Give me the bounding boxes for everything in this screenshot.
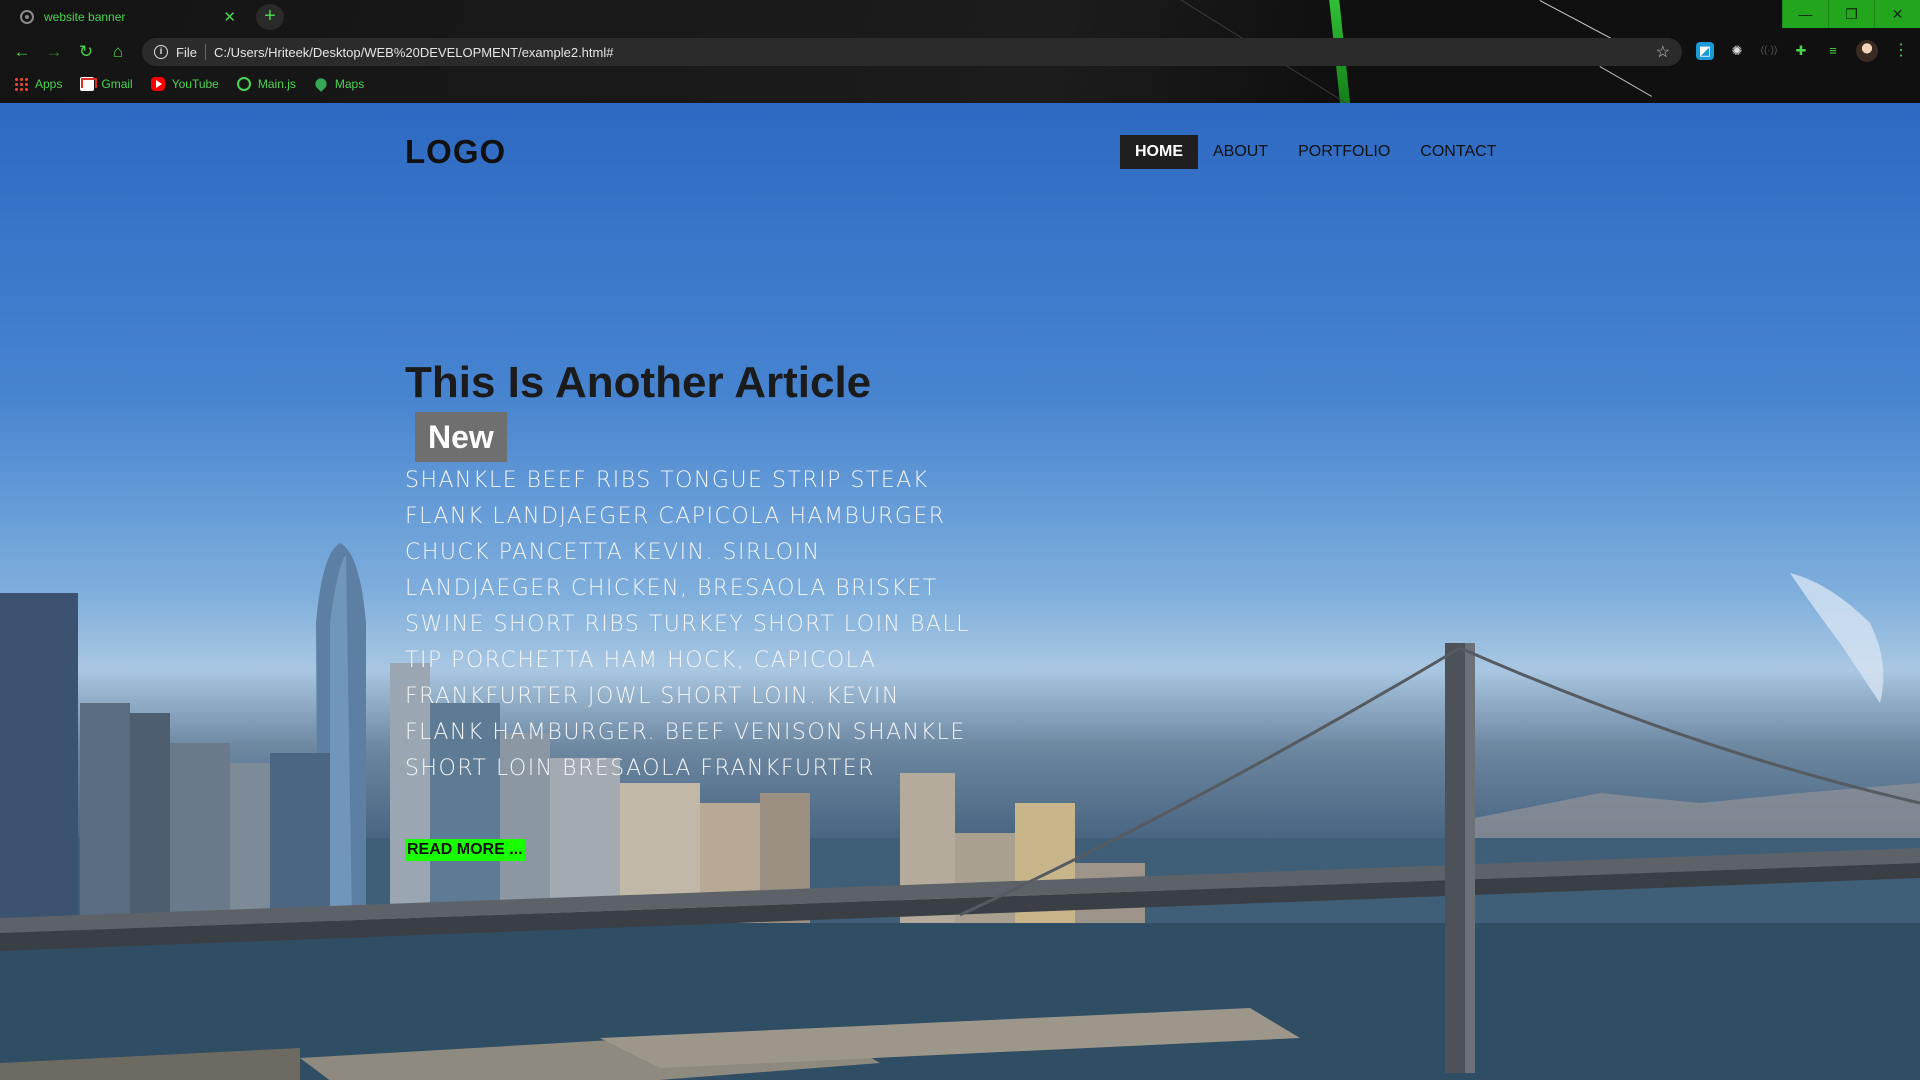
globe-icon	[236, 77, 251, 91]
browser-tab[interactable]: website banner ✕	[8, 2, 248, 32]
new-tab-button[interactable]: +	[256, 4, 284, 30]
main-nav: HOME ABOUT PORTFOLIO CONTACT	[1120, 135, 1511, 169]
bookmark-label: YouTube	[171, 77, 219, 91]
bookmark-mainjs[interactable]: Main.js	[236, 77, 296, 91]
minimize-button[interactable]: —	[1782, 0, 1828, 28]
extension-gear-icon[interactable]: ✺	[1728, 42, 1746, 60]
close-window-button[interactable]: ✕	[1874, 0, 1920, 28]
gmail-icon	[80, 77, 98, 91]
profile-avatar[interactable]	[1856, 40, 1878, 62]
divider	[204, 44, 206, 60]
extensions-puzzle-icon[interactable]: ✚	[1792, 42, 1810, 60]
address-bar[interactable]: i File C:/Users/Hriteek/Desktop/WEB%20DE…	[142, 38, 1682, 66]
maps-pin-icon	[312, 76, 329, 92]
url-scheme-label: File	[176, 44, 197, 60]
bookmarks-bar: Apps Gmail YouTube Main.js Maps	[0, 72, 364, 96]
restore-button[interactable]: ❐	[1828, 0, 1874, 28]
forward-arrow-icon[interactable]: →	[38, 42, 70, 62]
tab-favicon-icon	[20, 10, 34, 24]
bookmark-label: Maps	[334, 77, 365, 91]
bookmark-label: Gmail	[101, 77, 133, 91]
browser-menu-icon[interactable]: ⋮	[1892, 42, 1910, 60]
apps-grid-icon	[14, 77, 28, 91]
media-queue-icon[interactable]: ≡	[1824, 42, 1842, 60]
extension-translate-icon[interactable]: ◩	[1696, 42, 1714, 60]
site-info-icon[interactable]: i	[154, 45, 168, 59]
reload-icon[interactable]: ↻	[70, 42, 102, 62]
nav-about[interactable]: ABOUT	[1198, 135, 1283, 169]
article-body: Shankle beef ribs tongue strip steak fla…	[405, 468, 970, 781]
headline-text: This Is Another Article	[405, 358, 872, 407]
nav-contact[interactable]: CONTACT	[1405, 135, 1511, 169]
tab-close-icon[interactable]: ✕	[223, 8, 236, 26]
read-more-button[interactable]: READ MORE ...	[405, 839, 525, 861]
site-logo[interactable]: LOGO	[405, 133, 506, 171]
bookmark-maps[interactable]: Maps	[312, 76, 365, 92]
browser-chrome: website banner ✕ + — ❐ ✕ ← → ↻ ⌂ i File …	[0, 0, 1920, 103]
home-icon[interactable]: ⌂	[102, 42, 134, 62]
youtube-icon	[150, 77, 165, 91]
bookmark-youtube[interactable]: YouTube	[150, 77, 219, 91]
bookmark-label: Apps	[35, 77, 63, 91]
article-headline: This Is Another Article New	[405, 356, 965, 464]
wallpaper-line	[1599, 66, 1652, 97]
page-viewport: LOGO HOME ABOUT PORTFOLIO CONTACT This I…	[0, 103, 1920, 1080]
extension-wave-icon[interactable]: ((·))	[1760, 42, 1778, 60]
bookmark-label: Main.js	[257, 77, 296, 91]
new-badge: New	[415, 412, 507, 463]
url-text[interactable]: C:/Users/Hriteek/Desktop/WEB%20DEVELOPME…	[214, 45, 1648, 60]
nav-home[interactable]: HOME	[1120, 135, 1198, 169]
bookmark-apps[interactable]: Apps	[14, 77, 62, 91]
nav-portfolio[interactable]: PORTFOLIO	[1283, 135, 1405, 169]
browser-toolbar: ← → ↻ ⌂ i File C:/Users/Hriteek/Desktop/…	[0, 36, 1920, 68]
extensions-bar: ◩ ✺ ((·)) ✚ ≡ ⋮	[1696, 40, 1910, 62]
bookmark-star-icon[interactable]: ☆	[1656, 42, 1670, 62]
bookmark-gmail[interactable]: Gmail	[80, 77, 133, 91]
back-arrow-icon[interactable]: ←	[6, 42, 38, 62]
tab-title: website banner	[44, 10, 126, 24]
window-controls: — ❐ ✕	[1782, 0, 1920, 28]
